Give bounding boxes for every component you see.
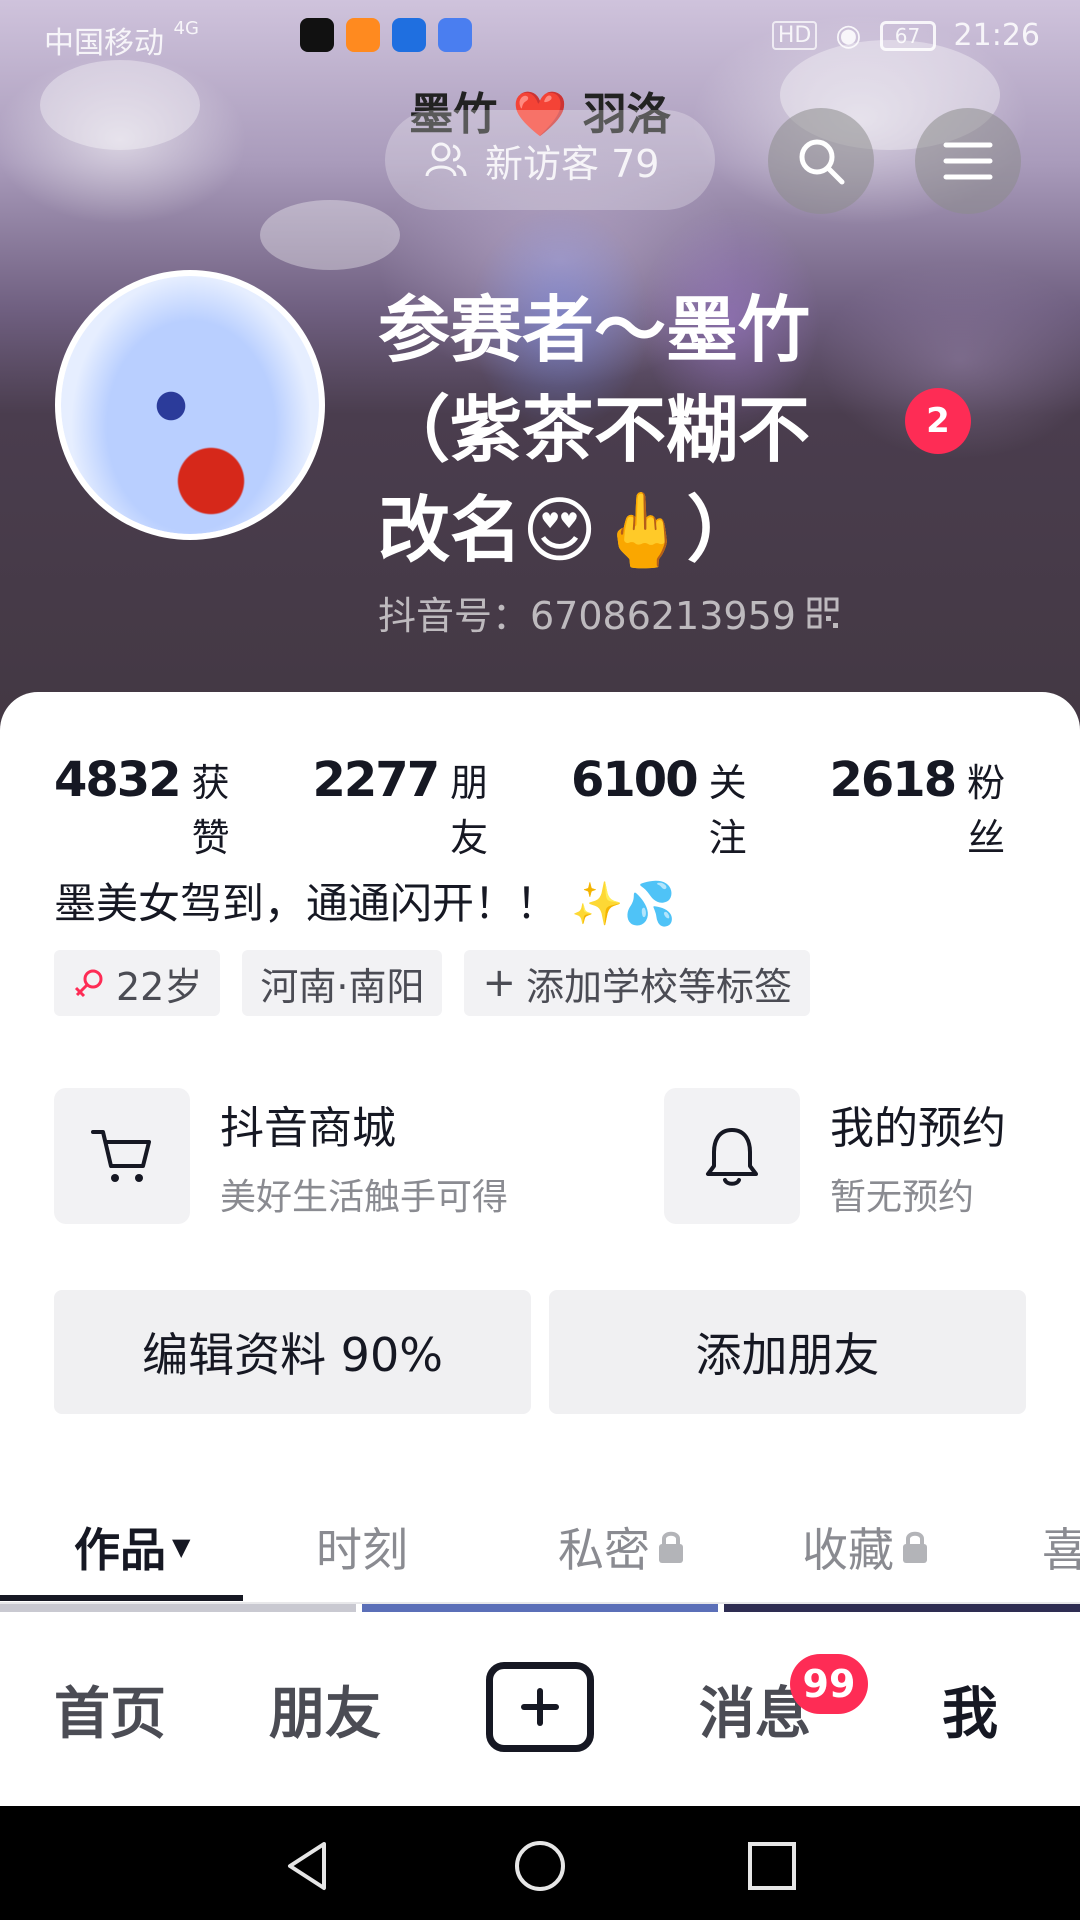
tab-likes-label: 喜 [1042, 1523, 1080, 1577]
music-app-icon [438, 18, 472, 52]
content-tabs: 作品 ▼ 时刻 私密 收藏 喜 [0, 1492, 1080, 1602]
plus-icon: + [482, 960, 516, 1006]
profile-card: 4832 获赞 2277 朋友 6100 关注 2618 粉丝 墨美女驾到，通通… [0, 692, 1080, 1612]
bell-icon [706, 1128, 758, 1186]
add-friend-button[interactable]: 添加朋友 [549, 1290, 1026, 1414]
location-tag[interactable]: 河南·南阳 [242, 950, 443, 1016]
nav-friends[interactable]: 朋友 [255, 1612, 395, 1806]
age-tag[interactable]: 22岁 [54, 950, 221, 1016]
location-label: 河南·南阳 [260, 964, 425, 1009]
stat-followers[interactable]: 2618 粉丝 [830, 752, 1035, 862]
back-icon[interactable] [280, 1838, 336, 1894]
tab-private-label: 私密 [558, 1523, 650, 1577]
status-bar: 中国移动 4G HD ◉ 67 21:26 [0, 0, 1080, 72]
status-right: HD ◉ 67 21:26 [771, 18, 1040, 53]
douyin-id-label: 抖音号：67086213959 [378, 594, 796, 638]
edit-profile-button[interactable]: 编辑资料 90% [54, 1290, 531, 1414]
mall-subtitle: 美好生活触手可得 [220, 1177, 509, 1218]
caret-down-icon: ▼ [172, 1533, 191, 1561]
booking-text: 我的预约 暂无预约 [830, 1092, 1006, 1220]
qr-code-icon[interactable] [806, 596, 840, 630]
notification-icons [300, 18, 472, 52]
home-circle-icon[interactable] [512, 1838, 568, 1894]
clock: 21:26 [953, 18, 1040, 53]
visitors-icon [425, 142, 467, 177]
stat-following[interactable]: 6100 关注 [571, 752, 776, 862]
carrier-text: 中国移动 4G [44, 18, 199, 62]
nickname[interactable]: 参赛者～墨竹（紫茶不糊不改名😍🖕） [378, 280, 858, 580]
tab-favorites-label: 收藏 [802, 1523, 894, 1577]
booking-subtitle: 暂无预约 [830, 1177, 975, 1218]
tab-works-label: 作品 [74, 1523, 166, 1577]
eye-icon: ◉ [835, 18, 862, 53]
hd-icon: HD [771, 21, 818, 50]
active-tab-indicator [0, 1595, 243, 1601]
nav-home[interactable]: 首页 [40, 1612, 180, 1806]
douyin-id[interactable]: 抖音号：67086213959 [378, 585, 840, 640]
system-navigation-bar [0, 1806, 1080, 1920]
stat-value: 6100 [571, 752, 699, 808]
stat-label: 粉丝 [967, 761, 1006, 860]
avatar[interactable] [55, 270, 325, 540]
booking-title: 我的预约 [830, 1103, 1006, 1154]
douyin-mall-entry[interactable]: 抖音商城 美好生活触手可得 [54, 1088, 508, 1224]
shopping-cart-icon [91, 1130, 151, 1182]
mall-icon-box [54, 1088, 190, 1224]
create-button[interactable] [486, 1662, 594, 1752]
menu-button[interactable] [915, 108, 1021, 214]
add-tag-label: 添加学校等标签 [525, 964, 792, 1009]
bottom-nav: 首页 朋友 消息 99 我 [0, 1612, 1080, 1806]
stat-value: 2618 [829, 752, 958, 808]
tab-likes[interactable]: 喜 [1042, 1492, 1080, 1602]
carrier-label: 中国移动 [44, 26, 164, 61]
recents-square-icon[interactable] [744, 1838, 800, 1894]
bio[interactable]: 墨美女驾到，通通闪开！！ ✨💦 [54, 870, 676, 931]
tab-moments-label: 时刻 [316, 1523, 408, 1577]
stat-friends[interactable]: 2277 朋友 [313, 752, 518, 862]
menu-icon [943, 142, 993, 180]
plus-icon [521, 1688, 559, 1726]
add-tag-button[interactable]: + 添加学校等标签 [464, 950, 810, 1016]
new-visitors-label: 新访客 79 [485, 141, 660, 186]
action-buttons: 编辑资料 90% 添加朋友 [54, 1290, 1026, 1414]
battery-icon: 67 [879, 20, 936, 51]
tab-works[interactable]: 作品 ▼ [74, 1492, 190, 1602]
stat-label: 朋友 [450, 761, 489, 860]
search-button[interactable] [768, 108, 874, 214]
stat-label: 关注 [708, 761, 747, 860]
new-visitors-button[interactable]: 新访客 79 [385, 110, 715, 210]
tiktok-app-icon [300, 18, 334, 52]
stats-row: 4832 获赞 2277 朋友 6100 关注 2618 粉丝 [54, 752, 1034, 862]
stat-value: 4832 [54, 752, 182, 808]
lock-icon [659, 1531, 683, 1563]
lock-icon [903, 1531, 927, 1563]
tab-private[interactable]: 私密 [558, 1492, 686, 1602]
video-app-icon [346, 18, 380, 52]
tags-row: 22岁 河南·南阳 + 添加学校等标签 [54, 950, 810, 1016]
search-icon [799, 139, 845, 185]
shield-app-icon [392, 18, 426, 52]
tab-moments[interactable]: 时刻 [316, 1492, 408, 1602]
female-icon [74, 969, 103, 998]
age-label: 22岁 [116, 964, 203, 1009]
stat-label: 获赞 [191, 761, 230, 860]
avatar-image [61, 276, 319, 534]
nav-me[interactable]: 我 [920, 1612, 1020, 1806]
mall-title: 抖音商城 [220, 1103, 396, 1154]
my-booking-entry[interactable]: 我的预约 暂无预约 [664, 1088, 1006, 1224]
notification-badge[interactable]: 2 [905, 388, 971, 454]
cover-blossom [260, 200, 400, 270]
network-type: 4G [173, 18, 199, 39]
battery-level: 67 [894, 23, 921, 48]
mall-text: 抖音商城 美好生活触手可得 [220, 1092, 508, 1220]
tab-favorites[interactable]: 收藏 [802, 1492, 930, 1602]
booking-icon-box [664, 1088, 800, 1224]
messages-badge: 99 [790, 1654, 868, 1714]
stat-likes[interactable]: 4832 获赞 [54, 752, 259, 862]
entry-row: 抖音商城 美好生活触手可得 我的预约 暂无预约 [54, 1088, 1034, 1228]
stat-value: 2277 [312, 752, 441, 808]
